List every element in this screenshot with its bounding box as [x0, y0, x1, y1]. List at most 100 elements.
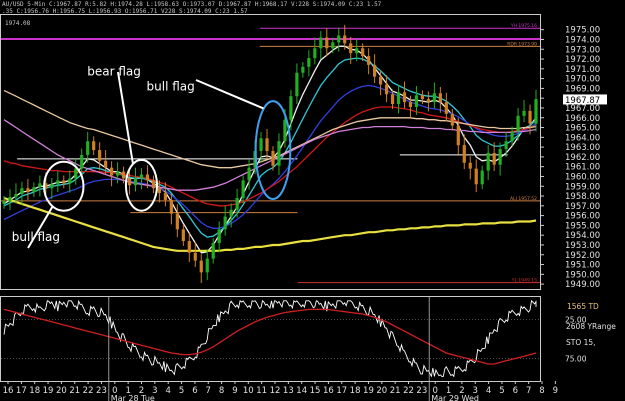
candle-body [151, 180, 156, 189]
price-tick-label: 1961.00 [565, 163, 600, 173]
candle-body [492, 152, 496, 165]
candle-body [205, 258, 209, 273]
time-tick-label: 23 [96, 386, 107, 396]
candle-body [384, 84, 389, 95]
time-tick-label: 16 [3, 386, 14, 396]
level-label: RDR 1973.90 [507, 41, 537, 47]
header-line-1: AU/USD 5-Min C:1967.87 R:5.82 H:1974.28 … [2, 1, 382, 8]
price-tick-label: 1975.00 [565, 26, 600, 36]
time-tick-label: 18 [350, 386, 361, 396]
annotation-label: bull flag [12, 230, 60, 244]
candle-body [367, 56, 371, 65]
candle-body [402, 92, 407, 103]
price-tick-label: 1958.00 [565, 192, 600, 202]
candle-body [193, 252, 197, 261]
candle-body [343, 35, 347, 44]
candle-body [462, 145, 466, 163]
level-label: ALJ 1957.52 [510, 196, 537, 202]
candle-body [378, 76, 383, 85]
candle-body [56, 180, 60, 185]
price-tick-label: 1953.00 [565, 241, 600, 251]
price-tick-label: 1973.00 [565, 45, 600, 55]
candle-body [528, 110, 532, 124]
time-tick-label: 22 [403, 386, 414, 396]
price-tick-label: 1954.00 [565, 231, 600, 241]
candle-body [229, 209, 233, 217]
time-tick-label: 21 [390, 386, 401, 396]
time-tick-label: 18 [29, 386, 40, 396]
time-tick-label: 9 [232, 386, 237, 396]
time-tick-label: 7 [206, 386, 211, 396]
candle-body [109, 167, 114, 176]
candle-body [38, 183, 42, 188]
candle-body [104, 160, 108, 168]
candle-body [456, 125, 460, 146]
candle-body [331, 42, 335, 49]
candle-body [62, 180, 66, 184]
time-tick-label: 4 [165, 386, 170, 396]
price-tick-label: 1966.00 [565, 114, 600, 124]
time-tick-label: 21 [69, 386, 80, 396]
price-tick-label: 1951.00 [565, 261, 600, 271]
oscillator-label: STO 15, [566, 338, 596, 347]
oscillator-label: 1565 TD [567, 302, 599, 311]
candle-body [432, 93, 436, 103]
candle-body [50, 184, 54, 189]
last-price-marker: 1967.87 [563, 94, 607, 106]
candle-body [98, 150, 102, 161]
price-tick-label: 1959.00 [565, 182, 600, 192]
candle-body [68, 178, 72, 184]
candle-body [26, 188, 30, 193]
candle-body [474, 168, 478, 185]
candle-body [139, 174, 144, 179]
candle-body [20, 188, 24, 195]
candle-body [480, 170, 484, 185]
time-tick-label: 8 [219, 386, 224, 396]
time-tick-label: 4 [486, 386, 491, 396]
candle-body [157, 188, 162, 194]
candle-body [522, 110, 526, 116]
candle-body [450, 113, 454, 126]
time-tick-label: 19 [363, 386, 374, 396]
price-tick-label: 1972.00 [565, 55, 600, 65]
candle-body [534, 99, 538, 124]
candle-body [426, 99, 431, 103]
candle-body [217, 229, 221, 244]
time-tick-label: 16 [323, 386, 334, 396]
candle-body [175, 213, 179, 230]
chart-id: 1974.08 [5, 20, 31, 27]
candle-body [355, 48, 359, 54]
candle-body [92, 141, 96, 151]
candle-body [181, 229, 185, 242]
candle-body [283, 119, 287, 142]
candle-body [408, 102, 413, 107]
candle-body [223, 216, 227, 230]
price-tick-label: 1974.00 [565, 35, 600, 45]
candle-body [211, 243, 215, 259]
candle-body [301, 66, 305, 73]
price-tick-label: 1962.00 [565, 153, 600, 163]
candle-body [32, 187, 36, 193]
candle-body [163, 193, 167, 200]
candle-body [504, 141, 508, 150]
time-tick-label: 8 [539, 386, 544, 396]
level-label: YH 1975.16 [510, 23, 537, 29]
candle-body [325, 37, 329, 49]
price-tick-label: 1964.00 [565, 133, 600, 143]
candle-body [115, 171, 120, 176]
header-line-2: .35 C:1956.76 H:1956.75 L:1956.93 O:1956… [2, 8, 248, 15]
candle-body [277, 141, 281, 166]
candle-body [438, 93, 442, 103]
candle-body [259, 138, 263, 152]
candle-body [319, 37, 323, 49]
candle-body [337, 35, 341, 43]
time-tick-label: 13 [283, 386, 294, 396]
candle-body [486, 152, 490, 171]
time-tick-label: 9 [553, 386, 558, 396]
candle-body [498, 149, 502, 165]
candle-body [373, 64, 377, 77]
candle-body [510, 131, 514, 142]
time-tick-label: 14 [296, 386, 307, 396]
candle-body [235, 197, 239, 210]
candle-body [121, 171, 126, 179]
